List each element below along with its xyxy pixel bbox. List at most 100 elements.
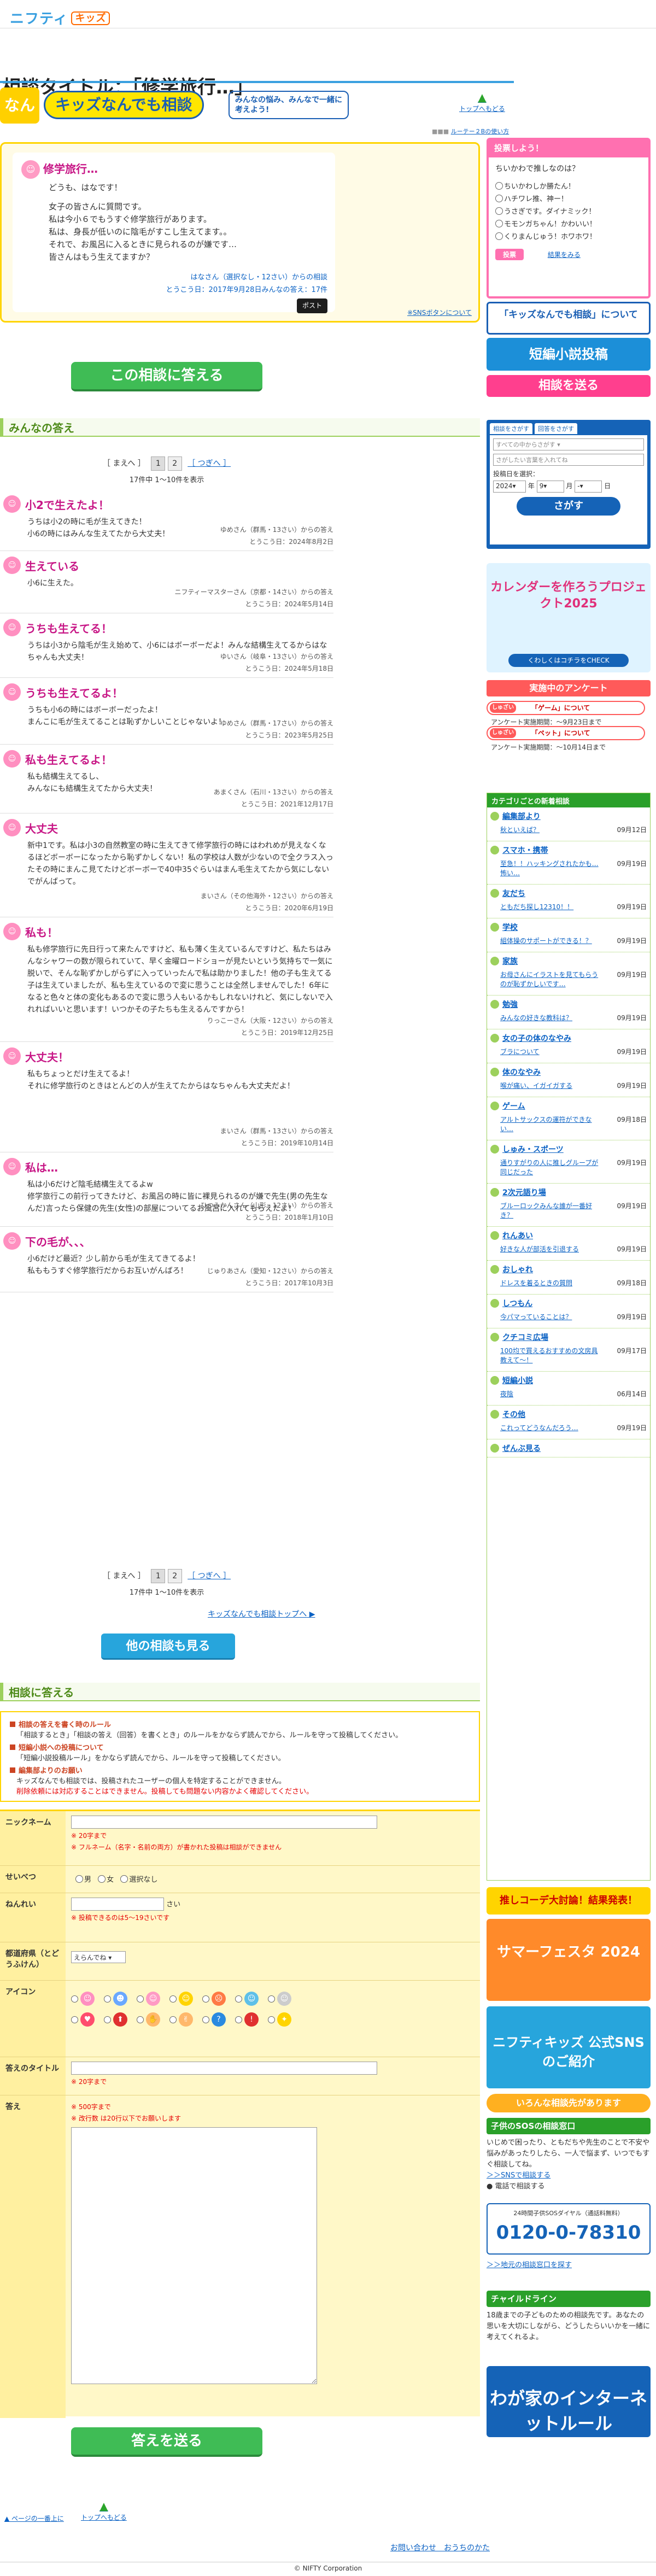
official-sns-banner[interactable]: ニフティキッズ 公式SNSのご紹介 — [487, 2006, 651, 2088]
survey-item[interactable]: しゅざい 「ペット」について アンケート実施期間：～10月14日まで — [487, 726, 651, 752]
poll-radio[interactable] — [495, 207, 503, 215]
icon-option[interactable]: ✌ — [169, 2012, 202, 2027]
novel-post-banner[interactable]: 短編小説投稿 — [487, 338, 651, 371]
poll-results-link[interactable]: 結果をみる — [548, 251, 581, 259]
icon-radio[interactable] — [104, 2016, 111, 2023]
icon-radio[interactable] — [268, 2016, 275, 2023]
icon-option[interactable]: ☺ — [169, 1992, 202, 2006]
category-item[interactable]: お母さんにイラストを見てもらうのが恥ずかしいです… 09月19日 — [490, 967, 647, 992]
calendar-project-banner[interactable]: カレンダーを作ろうプロジェクト2025 くわしくはコチラをCHECK — [487, 563, 651, 672]
icon-radio[interactable] — [137, 1995, 144, 2003]
category-name[interactable]: おしゃれ — [490, 1264, 647, 1275]
pager-next[interactable]: ［ つぎへ ］ — [188, 458, 231, 469]
category-item[interactable]: 秋といえば？ 09月12日 — [490, 822, 647, 838]
category-item-link[interactable]: 好きな人が部活を引退する — [500, 1244, 599, 1254]
category-item[interactable]: 至急！！ハッキングされたかも…怖い… 09月19日 — [490, 856, 647, 881]
tab-search-answer[interactable]: 回答をさがす — [535, 423, 577, 434]
category-item-link[interactable]: 通りすがりの人に推しグループが同じだった — [500, 1158, 599, 1176]
category-item[interactable]: 夜陰 06月14日 — [490, 1386, 647, 1402]
category-name[interactable]: 友だち — [490, 888, 647, 899]
category-item-link[interactable]: 至急！！ハッキングされたかも…怖い… — [500, 859, 599, 877]
gender-radio[interactable] — [75, 1875, 83, 1883]
pager-page-2[interactable]: 2 — [167, 456, 182, 471]
pager-next[interactable]: ［ つぎへ ］ — [188, 1570, 231, 1581]
category-item-link[interactable]: 秋といえば？ — [500, 825, 599, 834]
category-name[interactable]: れんあい — [490, 1230, 647, 1241]
nickname-input[interactable] — [71, 1816, 377, 1829]
summer-festa-banner[interactable]: サマーフェスタ 2024 — [487, 1919, 651, 2001]
icon-option[interactable]: ☻ — [104, 1992, 137, 2006]
calendar-check-link[interactable]: くわしくはコチラをCHECK — [508, 654, 629, 667]
search-keyword-input[interactable]: さがしたい言葉を入れてね — [493, 454, 644, 466]
icon-option[interactable]: ? — [202, 2012, 235, 2027]
category-name[interactable]: 体のなやみ — [490, 1067, 647, 1078]
category-item[interactable]: ドレスを着るときの質問 09月18日 — [490, 1275, 647, 1291]
vote-button[interactable]: 投票 — [495, 249, 524, 260]
poll-radio[interactable] — [495, 182, 503, 190]
category-name[interactable]: スマホ・携帯 — [490, 845, 647, 856]
gender-radio[interactable] — [120, 1875, 128, 1883]
category-item[interactable]: 今パマっていることは？ 09月19日 — [490, 1309, 647, 1325]
category-item-link[interactable]: みんなの好きな教科は？ — [500, 1013, 599, 1022]
icon-radio[interactable] — [104, 1995, 111, 2003]
see-other-consults-button[interactable]: 他の相談も見る — [101, 1634, 235, 1660]
sos-sns-link[interactable]: ＞＞SNSで相談する — [487, 2171, 550, 2180]
poll-option[interactable]: モモンガちゃん！かわいい！ — [489, 217, 648, 230]
icon-option[interactable]: ☹ — [202, 1992, 235, 2006]
icon-radio[interactable] — [169, 1995, 177, 2003]
answer-title-input[interactable] — [71, 2062, 377, 2075]
icon-option[interactable]: ☺ — [137, 1992, 169, 2006]
category-item[interactable]: ともだち探し12310！！ 09月19日 — [490, 899, 647, 915]
tab-search-consult[interactable]: 相談をさがす — [490, 423, 532, 434]
category-item[interactable]: 好きな人が部活を引退する 09月19日 — [490, 1241, 647, 1257]
category-item-link[interactable]: 今パマっていることは？ — [500, 1312, 599, 1321]
icon-radio[interactable] — [169, 2016, 177, 2023]
icon-option[interactable]: ♥ — [71, 2012, 104, 2027]
poll-option[interactable]: くりまんじゅう！ホワホワ！ — [489, 230, 648, 242]
sos-heading[interactable]: 子供のSOSの相談窓口 — [487, 2118, 651, 2134]
category-name[interactable]: 学校 — [490, 922, 647, 933]
childline-heading[interactable]: チャイルドライン — [487, 2291, 651, 2307]
search-button[interactable]: さがす — [517, 497, 620, 516]
poll-radio[interactable] — [495, 232, 503, 240]
top-link[interactable]: ▲ トップへもどる — [459, 91, 505, 113]
poll-option[interactable]: うさぎです。ダイナミック！ — [489, 204, 648, 217]
answer-this-button[interactable]: この相談に答える — [71, 362, 262, 391]
category-item[interactable]: みんなの好きな教科は？ 09月19日 — [490, 1010, 647, 1026]
send-consult-button[interactable]: 相談を送る — [487, 375, 651, 397]
icon-radio[interactable] — [137, 2016, 144, 2023]
category-item-link[interactable]: 喉が痛い、イガイガする — [500, 1081, 599, 1090]
category-item-link[interactable]: 組体操のサポートができる！？ — [500, 936, 599, 945]
category-item-link[interactable]: ブルーロックみんな誰が一番好き？ — [500, 1201, 599, 1220]
about-consult-banner[interactable]: 「キッズなんでも相談」について — [487, 302, 651, 335]
category-name[interactable]: 短編小説 — [490, 1375, 647, 1386]
category-item[interactable]: ブラについて 09月19日 — [490, 1044, 647, 1059]
category-item-link[interactable]: お母さんにイラストを見てもらうのが恥ずかしいです… — [500, 970, 599, 988]
category-name[interactable]: 女の子の体のなやみ — [490, 1033, 647, 1044]
icon-radio[interactable] — [235, 2016, 242, 2023]
category-name[interactable]: しゅみ・スポーツ — [490, 1144, 647, 1155]
category-item-link[interactable]: ドレスを着るときの質問 — [500, 1278, 599, 1287]
gender-radio[interactable] — [98, 1875, 106, 1883]
back-to-top-link[interactable]: ▲ ページの一番上に — [4, 2515, 64, 2522]
category-item-link[interactable]: ブラについて — [500, 1047, 599, 1056]
category-all[interactable]: ぜんぶ見る — [487, 1439, 650, 1457]
icon-option[interactable]: ✋ — [137, 2012, 169, 2027]
pager-page-1[interactable]: 1 — [151, 1569, 166, 1583]
icon-option[interactable]: ☺ — [71, 1992, 104, 2006]
pager-prev[interactable]: ［ まえへ ］ — [103, 1570, 145, 1581]
poll-option[interactable]: ハチワレ推、神ー！ — [489, 192, 648, 204]
age-input[interactable] — [71, 1898, 164, 1911]
search-category-select[interactable]: すべての中からさがす ▾ — [493, 438, 644, 450]
icon-radio[interactable] — [71, 2016, 78, 2023]
icon-option[interactable]: ☺ — [268, 1992, 301, 2006]
util-link[interactable]: ルーテー２Bの使い方 — [451, 128, 509, 135]
icon-radio[interactable] — [268, 1995, 275, 2003]
day-select[interactable]: -▾ — [575, 481, 602, 493]
category-item[interactable]: 通りすがりの人に推しグループが同じだった 09月19日 — [490, 1155, 647, 1180]
coordinate-result-banner[interactable]: 推しコーデ大討論！結果発表！ — [487, 1887, 651, 1915]
icon-radio[interactable] — [202, 2016, 209, 2023]
local-consult-link[interactable]: ＞＞地元の相談窓口を探す — [487, 2259, 572, 2269]
submit-answer-button[interactable]: 答えを送る — [71, 2427, 262, 2457]
category-name[interactable]: しつもん — [490, 1298, 647, 1309]
